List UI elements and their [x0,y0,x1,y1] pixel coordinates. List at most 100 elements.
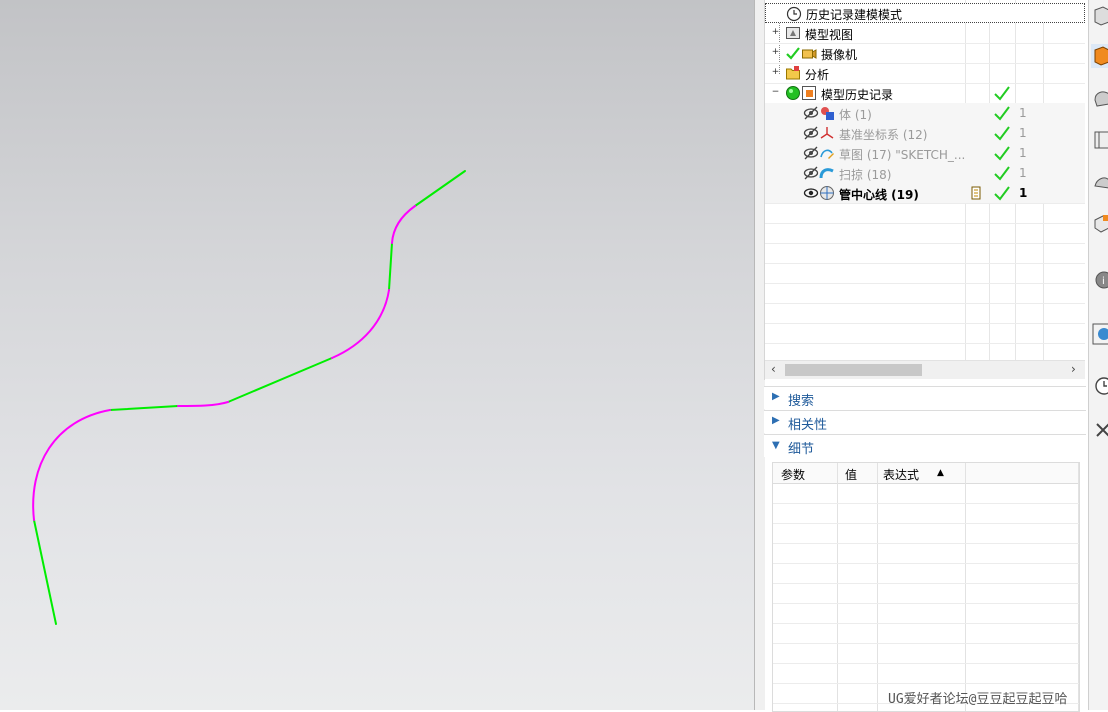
column-header-parameter[interactable]: 参数 [781,466,805,483]
curve-segment-arc [177,401,229,407]
tree-row-label: 分析 [805,68,830,82]
column-separator [1078,463,1079,711]
tree-row-feature[interactable]: 草图 (17) "SKETCH_... 1 [765,143,1085,164]
panel-label: 相关性 [788,418,828,433]
row-line [773,563,1079,564]
camera-icon [802,49,817,59]
assembly-navigator-icon[interactable] [1091,4,1108,28]
tree-row-label: 草图 (17) "SKETCH_... [839,148,966,162]
visible-eye-icon[interactable] [803,185,819,201]
history-clock-icon[interactable] [1091,374,1108,398]
panel-search-header[interactable]: ▶ 搜索 [764,386,1086,409]
row-line [773,683,1079,684]
panel-details-header[interactable]: ▼ 细节 [764,434,1086,457]
hidden-eye-icon[interactable] [803,125,819,141]
resource-bar: i [1088,0,1108,710]
tree-row-cameras[interactable]: + 摄像机 [765,43,1085,64]
collapse-icon[interactable]: − [771,88,780,97]
tree-row-number: 1 [1019,166,1027,180]
expand-icon[interactable]: + [771,68,780,77]
column-header-value[interactable]: 值 [845,466,857,483]
tree-row-empty [765,243,1085,264]
tree-row-model-history[interactable]: − 模型历史记录 [765,83,1085,104]
tree-row-feature[interactable]: 基准坐标系 (12) 1 [765,123,1085,144]
details-table-header: 参数 值 表达式 ▲ [773,463,1079,484]
column-separator [877,463,878,711]
hd3d-tools-icon[interactable] [1091,170,1108,194]
checkmark-icon [994,146,1010,161]
tree-row-number: 1 [1019,186,1028,200]
checkmark-icon [994,86,1010,101]
tree-row-feature-current[interactable]: 管中心线 (19) 1 [765,183,1085,204]
tree-row-number: 1 [1019,126,1027,140]
checkmark-icon [994,166,1010,181]
checkmark-icon [994,126,1010,141]
info-icon[interactable]: i [1091,268,1108,292]
expand-icon[interactable]: + [771,48,780,57]
tube-centerline-curve[interactable] [0,0,754,710]
tree-row-history-mode[interactable]: 历史记录建模模式 [765,3,1085,23]
tree-row-label: 体 (1) [839,108,872,122]
globe-icon[interactable] [1091,322,1108,346]
graphics-viewport[interactable] [0,0,754,710]
row-line [773,603,1079,604]
tree-row-model-views[interactable]: + 模型视图 [765,23,1085,44]
analysis-icon [786,66,800,80]
curve-segment-arc [391,205,416,244]
row-line [773,623,1079,624]
system-materials-icon[interactable] [1091,418,1108,442]
sketch-icon [820,149,834,159]
column-header-expression[interactable]: 表达式 [883,466,919,483]
horizontal-scrollbar[interactable]: ‹ › [765,360,1085,379]
tree-row-number: 1 [1019,146,1027,160]
tree-row-empty [765,223,1085,244]
tree-row-empty [765,203,1085,224]
row-line [773,543,1079,544]
status-green-icon [786,86,800,100]
tree-row-label: 历史记录建模模式 [806,8,903,22]
constraint-navigator-icon[interactable] [1091,86,1108,110]
svg-text:i: i [1102,276,1105,287]
model-view-icon [786,27,800,39]
curve-segment-line [414,170,466,207]
checkmark-icon [994,106,1010,121]
expand-icon[interactable]: + [771,28,780,37]
column-separator [837,463,838,711]
tree-row-feature[interactable]: 体 (1) 1 [765,103,1085,124]
scrollbar-thumb[interactable] [785,364,922,376]
panel-label: 细节 [788,442,815,457]
dependency-icon [971,186,981,200]
tree-row-feature[interactable]: 扫掠 (18) 1 [765,163,1085,184]
checkmark-icon [994,186,1010,201]
curve-segment-arc [331,289,390,359]
part-navigator-icon[interactable] [1091,44,1108,68]
hidden-eye-icon[interactable] [803,165,819,181]
hidden-eye-icon[interactable] [803,145,819,161]
reuse-library-icon[interactable] [1091,128,1108,152]
web-browser-icon[interactable] [1091,212,1108,236]
sort-ascending-icon[interactable]: ▲ [937,468,944,478]
collapsed-triangle-icon: ▶ [772,415,780,426]
tree-row-label: 扫掠 (18) [839,168,892,182]
curve-segment-line [33,519,57,625]
scroll-right-icon[interactable]: › [1071,362,1076,376]
row-line [773,643,1079,644]
checkmark-icon [786,47,800,60]
curve-segment-line [227,357,333,403]
sweep-icon [819,168,834,179]
watermark: UG爱好者论坛@豆豆起豆起豆哈 [888,692,1068,707]
tree-row-label: 模型历史记录 [821,88,894,102]
tree-row-label: 模型视图 [805,28,854,42]
scroll-left-icon[interactable]: ‹ [771,362,776,376]
collapsed-triangle-icon: ▶ [772,391,780,402]
panel-dependencies-header[interactable]: ▶ 相关性 [764,410,1086,433]
row-line [773,583,1079,584]
curve-segment-line [388,242,393,291]
part-navigator: 历史记录建模模式 + 模型视图 + 摄像机 + 分析 − 模型历史记录 体 (1… [764,0,1087,380]
column-separator [965,463,966,711]
model-history-icon [802,86,816,100]
tree-row-analysis[interactable]: + 分析 [765,63,1085,84]
body-icon [821,107,834,120]
tube-centerline-icon [820,186,834,200]
hidden-eye-icon[interactable] [803,105,819,121]
